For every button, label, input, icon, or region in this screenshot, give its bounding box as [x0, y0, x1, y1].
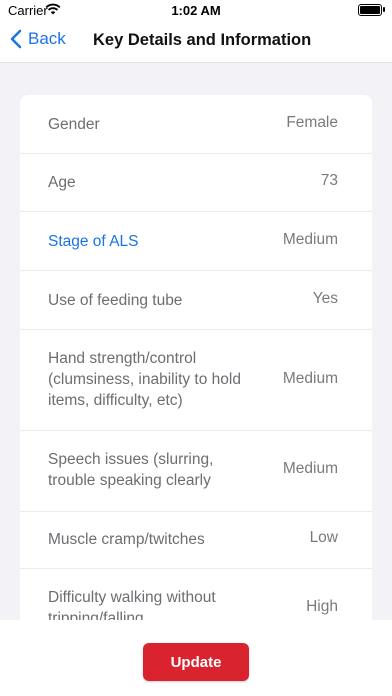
navigation-bar: Back Key Details and Information	[0, 20, 392, 63]
detail-value: Female	[286, 114, 338, 131]
detail-value: Medium	[282, 460, 338, 477]
back-label: Back	[28, 29, 66, 48]
detail-value: High	[306, 598, 338, 615]
back-button[interactable]: Back	[10, 29, 66, 49]
clock: 1:02 AM	[171, 3, 221, 18]
details-card: Gender Female Age 73 Stage of ALS Medium…	[20, 95, 372, 695]
detail-value: Medium	[282, 231, 338, 248]
detail-row-speech-issues: Speech issues (slurring, trouble speakin…	[20, 431, 372, 512]
detail-value: Medium	[282, 370, 338, 387]
detail-row-stage-of-als[interactable]: Stage of ALS Medium	[20, 212, 372, 271]
page-title: Key Details and Information	[93, 31, 312, 49]
detail-value: 73	[320, 172, 338, 189]
footer-bar: Update	[0, 620, 392, 696]
detail-label: Hand strength/control (clumsiness, inabi…	[48, 350, 241, 409]
battery-icon	[358, 4, 385, 16]
detail-label: Gender	[48, 116, 100, 133]
detail-row-muscle-cramp: Muscle cramp/twitches Low	[20, 510, 372, 569]
detail-value: Yes	[312, 290, 338, 307]
update-button[interactable]: Update	[143, 643, 249, 681]
detail-value: Low	[309, 529, 338, 546]
detail-row-feeding-tube: Use of feeding tube Yes	[20, 271, 372, 330]
detail-label: Muscle cramp/twitches	[48, 531, 205, 548]
detail-label: Speech issues (slurring, trouble speakin…	[48, 451, 214, 489]
stage-of-als-link[interactable]: Stage of ALS	[48, 231, 139, 252]
detail-row-hand-strength: Hand strength/control (clumsiness, inabi…	[20, 330, 372, 431]
detail-label: Use of feeding tube	[48, 292, 183, 309]
chevron-left-icon	[10, 29, 22, 49]
detail-label: Age	[48, 174, 76, 191]
detail-row-age: Age 73	[20, 153, 372, 212]
status-bar: Carrier 1:02 AM	[0, 0, 392, 20]
detail-row-gender: Gender Female	[20, 95, 372, 154]
